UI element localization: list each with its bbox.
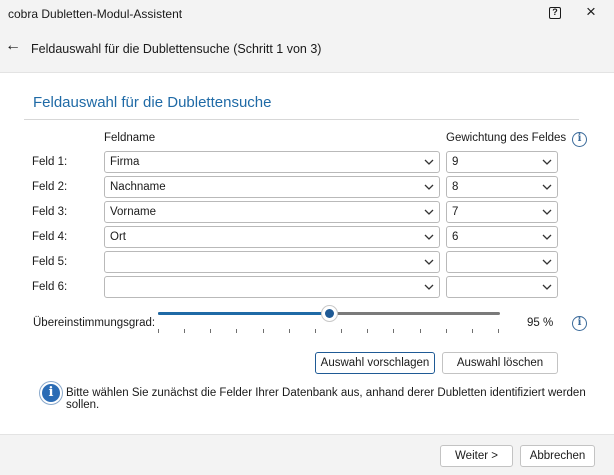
weight-dropdown[interactable]: 6	[446, 226, 558, 248]
row-label: Feld 4:	[32, 231, 68, 243]
back-arrow-icon[interactable]: ←	[5, 37, 21, 55]
row-label: Feld 3:	[32, 206, 68, 218]
slider-tick	[236, 329, 238, 333]
info-icon: i	[40, 382, 62, 404]
close-icon[interactable]: ×	[586, 3, 596, 21]
slider-tick	[471, 329, 473, 333]
info-icon[interactable]: i	[572, 316, 587, 331]
heading-divider	[24, 119, 579, 120]
weight-dropdown[interactable]	[446, 251, 558, 273]
match-degree-value: 95 %	[527, 317, 554, 329]
dropdown-value: Firma	[110, 156, 140, 168]
chevron-down-icon	[424, 284, 434, 290]
row-label: Feld 2:	[32, 181, 68, 193]
info-icon[interactable]: i	[572, 132, 587, 147]
chevron-down-icon	[424, 209, 434, 215]
page-heading: Feldauswahl für die Dublettensuche	[33, 94, 272, 111]
next-button[interactable]: Weiter >	[440, 445, 513, 467]
field-name-dropdown[interactable]: Vorname	[104, 201, 440, 223]
dropdown-value: Nachname	[110, 181, 166, 193]
field-name-dropdown[interactable]: Nachname	[104, 176, 440, 198]
slider-tick	[184, 329, 186, 333]
footer-bar: Weiter > Abbrechen	[0, 436, 614, 475]
chevron-down-icon	[542, 209, 552, 215]
slider-track-fill	[158, 312, 329, 315]
wizard-nav-bar: ← Feldauswahl für die Dublettensuche (Sc…	[0, 28, 614, 72]
slider-tick	[341, 329, 343, 333]
chevron-down-icon	[542, 284, 552, 290]
cancel-button[interactable]: Abbrechen	[520, 445, 595, 467]
help-icon[interactable]: ?	[549, 7, 561, 19]
weight-dropdown[interactable]	[446, 276, 558, 298]
match-degree-label: Übereinstimmungsgrad:	[33, 317, 156, 329]
slider-tick	[393, 329, 395, 333]
chevron-down-icon	[542, 259, 552, 265]
weight-dropdown[interactable]: 9	[446, 151, 558, 173]
chevron-down-icon	[542, 184, 552, 190]
slider-tick	[367, 329, 369, 333]
weight-dropdown[interactable]: 8	[446, 176, 558, 198]
slider-tick	[419, 329, 421, 333]
slider-thumb[interactable]	[320, 305, 338, 322]
row-label: Feld 1:	[32, 156, 68, 168]
field-name-dropdown[interactable]	[104, 276, 440, 298]
wizard-step-title: Feldauswahl für die Dublettensuche (Schr…	[31, 42, 322, 56]
slider-tick	[445, 329, 447, 333]
chevron-down-icon	[424, 259, 434, 265]
field-name-dropdown[interactable]	[104, 251, 440, 273]
row-label: Feld 6:	[32, 281, 68, 293]
dropdown-value: 8	[452, 181, 459, 193]
field-name-dropdown[interactable]: Firma	[104, 151, 440, 173]
chevron-down-icon	[424, 234, 434, 240]
dropdown-value: Ort	[110, 231, 126, 243]
slider-tick	[498, 329, 499, 333]
window-title: cobra Dubletten-Modul-Assistent	[8, 7, 183, 21]
weight-dropdown[interactable]: 7	[446, 201, 558, 223]
slider-tick	[288, 329, 290, 333]
chevron-down-icon	[542, 234, 552, 240]
slider-tick	[210, 329, 212, 333]
weight-column-header: Gewichtung des Feldes	[446, 132, 567, 144]
field-name-column-header: Feldname	[104, 132, 156, 144]
clear-selection-button[interactable]: Auswahl löschen	[442, 352, 558, 374]
dropdown-value: 6	[452, 231, 459, 243]
row-label: Feld 5:	[32, 256, 68, 268]
slider-tick	[262, 329, 264, 333]
chevron-down-icon	[542, 159, 552, 165]
hint-text: Bitte wählen Sie zunächst die Felder Ihr…	[66, 387, 586, 411]
dropdown-value: 7	[452, 206, 459, 218]
main-panel: Feldauswahl für die Dublettensuche Feldn…	[0, 72, 614, 435]
chevron-down-icon	[424, 184, 434, 190]
slider-tick	[158, 329, 159, 333]
title-bar: cobra Dubletten-Modul-Assistent ? ×	[0, 0, 614, 28]
slider-tick	[314, 329, 316, 333]
chevron-down-icon	[424, 159, 434, 165]
dropdown-value: 9	[452, 156, 459, 168]
suggest-selection-button[interactable]: Auswahl vorschlagen	[315, 352, 435, 374]
field-name-dropdown[interactable]: Ort	[104, 226, 440, 248]
dropdown-value: Vorname	[110, 206, 157, 218]
